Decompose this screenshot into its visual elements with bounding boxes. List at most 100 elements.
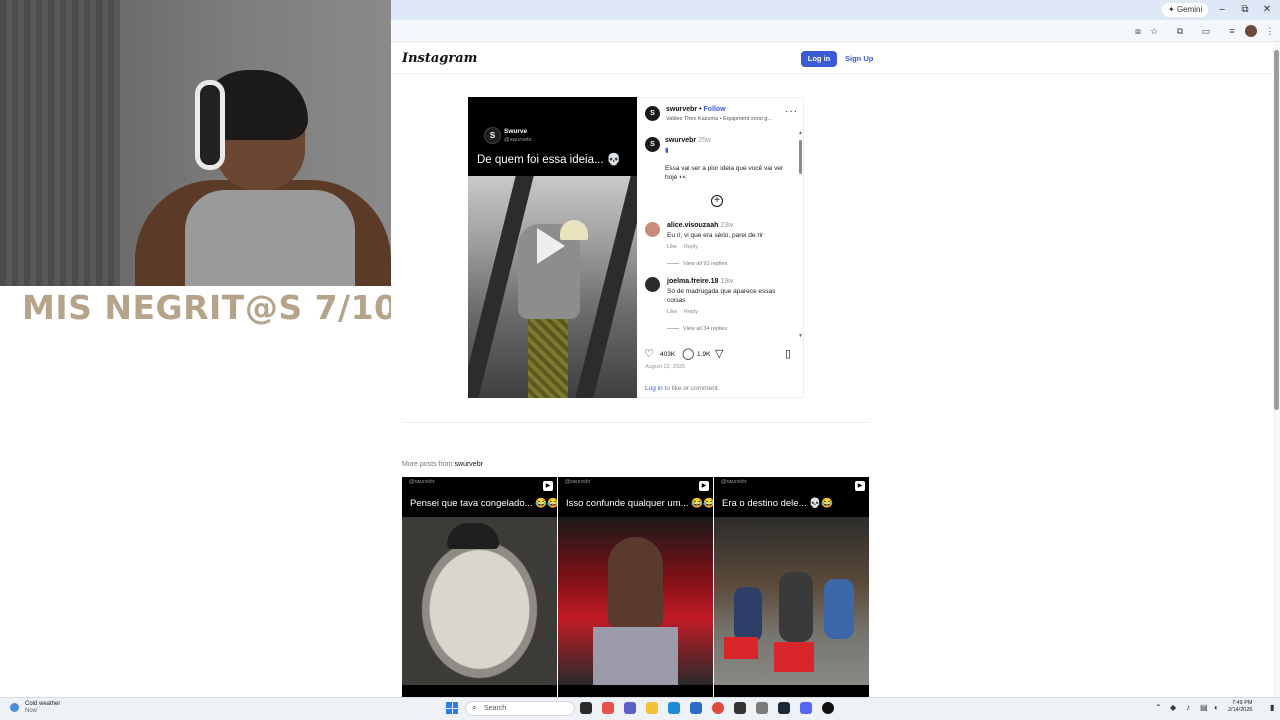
comment-like-button[interactable]: Like [667,244,677,250]
comment-time: 23w [720,222,734,229]
view-replies-link[interactable]: View all 34 replies [667,326,727,332]
comment-header: alice.visouzaah 23w [667,222,733,229]
caption-header: swurvebr 25w [665,137,711,144]
reel-icon: ▶ [699,481,709,491]
caption-author[interactable]: swurvebr [665,137,696,144]
windows-taskbar [0,697,1280,720]
login-button[interactable]: Log in [801,51,837,67]
more-post-tile[interactable]: @swurvebr Pensei que tava congelado... 😂… [402,477,557,697]
task-view-icon[interactable] [580,702,592,714]
tile-strip [402,685,557,697]
more-options-icon[interactable]: ··· [785,106,798,117]
share-icon[interactable]: ▽ [715,348,723,360]
comment-reply-button[interactable]: Reply [684,309,698,315]
tile-handle: @swurvebr [721,479,747,485]
browser-menu-icon[interactable]: ⋮ [1264,25,1276,37]
notification-icon[interactable]: ▮ [1270,703,1274,712]
profile-avatar[interactable] [1245,25,1257,37]
commenter-avatar[interactable] [645,222,660,237]
minimize-button[interactable]: – [1215,3,1229,17]
tile-handle: @swurvebr [409,479,435,485]
install-app-icon[interactable]: ⧈ [1132,25,1144,37]
teams-icon[interactable] [624,702,636,714]
scroll-down-icon[interactable]: ▼ [798,333,803,339]
weather-widget[interactable]: Cold weather Now [25,701,60,715]
comment-user[interactable]: joelma.freire.18 [667,278,718,285]
comment-like-button[interactable]: Like [667,309,677,315]
reel-icon: ▶ [543,481,553,491]
comment-reply-button[interactable]: Reply [684,244,698,250]
system-clock[interactable]: 7:49 PM 2/14/2026 [1228,700,1252,714]
browser-toolbar [391,20,1280,42]
video-account-handle: @swurvebr [504,137,532,143]
caption-time: 25w [698,137,711,144]
window-blind [0,0,120,286]
like-icon[interactable]: ♡ [644,348,654,360]
settings-icon[interactable] [756,702,768,714]
red-stool [724,637,758,659]
gemini-button[interactable]: ✦ Gemini [1162,3,1209,17]
start-button-icon[interactable] [446,702,458,714]
tile-caption: Pensei que tava congelado... 😂😂 [410,498,557,509]
extensions-icon[interactable]: ⧉ [1174,25,1186,37]
microphone-icon[interactable]: ♪ [1186,703,1190,712]
taskbar-search[interactable]: ⌕ Search [465,701,575,716]
instagram-logo[interactable]: Instagram [402,51,477,66]
comment-text: Eu ri, vi que era sério, parei de rir [667,232,764,239]
edge-icon[interactable] [668,702,680,714]
caption-avatar[interactable]: S [645,137,660,152]
page-scrollbar[interactable] [1273,42,1280,697]
comment-icon[interactable]: ◯ [682,348,694,360]
person-right [824,579,854,639]
media-control-icon[interactable]: ≡ [1226,25,1238,37]
save-bookmark-icon[interactable]: ▯ [785,348,791,360]
tray-app-icon[interactable]: ◆ [1170,703,1176,712]
video-frame [468,176,637,398]
weather-icon[interactable] [10,703,19,712]
signup-link[interactable]: Sign Up [845,51,873,67]
post-author[interactable]: swurvebr [666,106,697,113]
comments-scrollbar[interactable]: ▲ ▼ [798,130,803,340]
rating-overlay-text: MIS NEGRIT@S 7/10 [22,288,398,327]
more-post-tile[interactable]: @swurvebr Isso confunde qualquer um... 😂… [558,477,713,697]
steam-icon[interactable] [778,702,790,714]
red-stool [774,642,814,672]
comment-user[interactable]: alice.visouzaah [667,222,718,229]
volume-icon[interactable]: ◐ [1214,703,1219,712]
store-icon[interactable] [690,702,702,714]
add-icon[interactable]: + [711,195,723,207]
file-explorer-icon[interactable] [646,702,658,714]
screen: MIS NEGRIT@S 7/10 ✦ Gemini – ⧉ ✕ ⧈ ☆ ⧉ ▭… [0,0,1280,720]
scrollbar-thumb[interactable] [1274,50,1279,410]
person-center [779,572,813,642]
play-icon[interactable] [537,228,565,264]
bookmark-star-icon[interactable]: ☆ [1148,25,1160,37]
pin-icon: ▮ [665,147,669,154]
more-posts-heading: More posts from swurvebr [402,461,483,468]
tile-caption: Era o destino dele... 💀😂 [722,498,833,509]
more-posts-account[interactable]: swurvebr [455,461,483,468]
obs-icon[interactable] [734,702,746,714]
tray-overflow-icon[interactable]: ⌃ [1155,703,1162,712]
more-post-tile[interactable]: @swurvebr Era o destino dele... 💀😂 ▶ [714,477,869,697]
login-prompt: Log in to like or comment. [645,385,719,392]
view-replies-link[interactable]: View all 91 replies [667,261,727,267]
commenter-avatar[interactable] [645,277,660,292]
restore-button[interactable]: ⧉ [1238,3,1252,17]
comment-count: 1.9K [697,351,711,358]
login-prompt-link[interactable]: Log in [645,385,663,392]
media-app-icon[interactable] [822,702,834,714]
discord-icon[interactable] [800,702,812,714]
comment-header: joelma.freire.18 19w [667,278,733,285]
sidepanel-icon[interactable]: ▭ [1200,25,1212,37]
copilot-icon[interactable] [602,702,614,714]
scroll-up-icon[interactable]: ▲ [798,130,803,136]
network-icon[interactable]: ▤ [1200,703,1208,712]
audio-info[interactable]: Valdez Theo Kazuma • Equipment sooo g... [666,116,772,122]
chrome-icon[interactable] [712,702,724,714]
author-avatar[interactable]: S [645,106,660,121]
close-button[interactable]: ✕ [1260,3,1274,17]
reel-icon: ▶ [855,481,865,491]
follow-link[interactable]: Follow [703,106,725,113]
comments-scroll-thumb[interactable] [799,140,802,174]
